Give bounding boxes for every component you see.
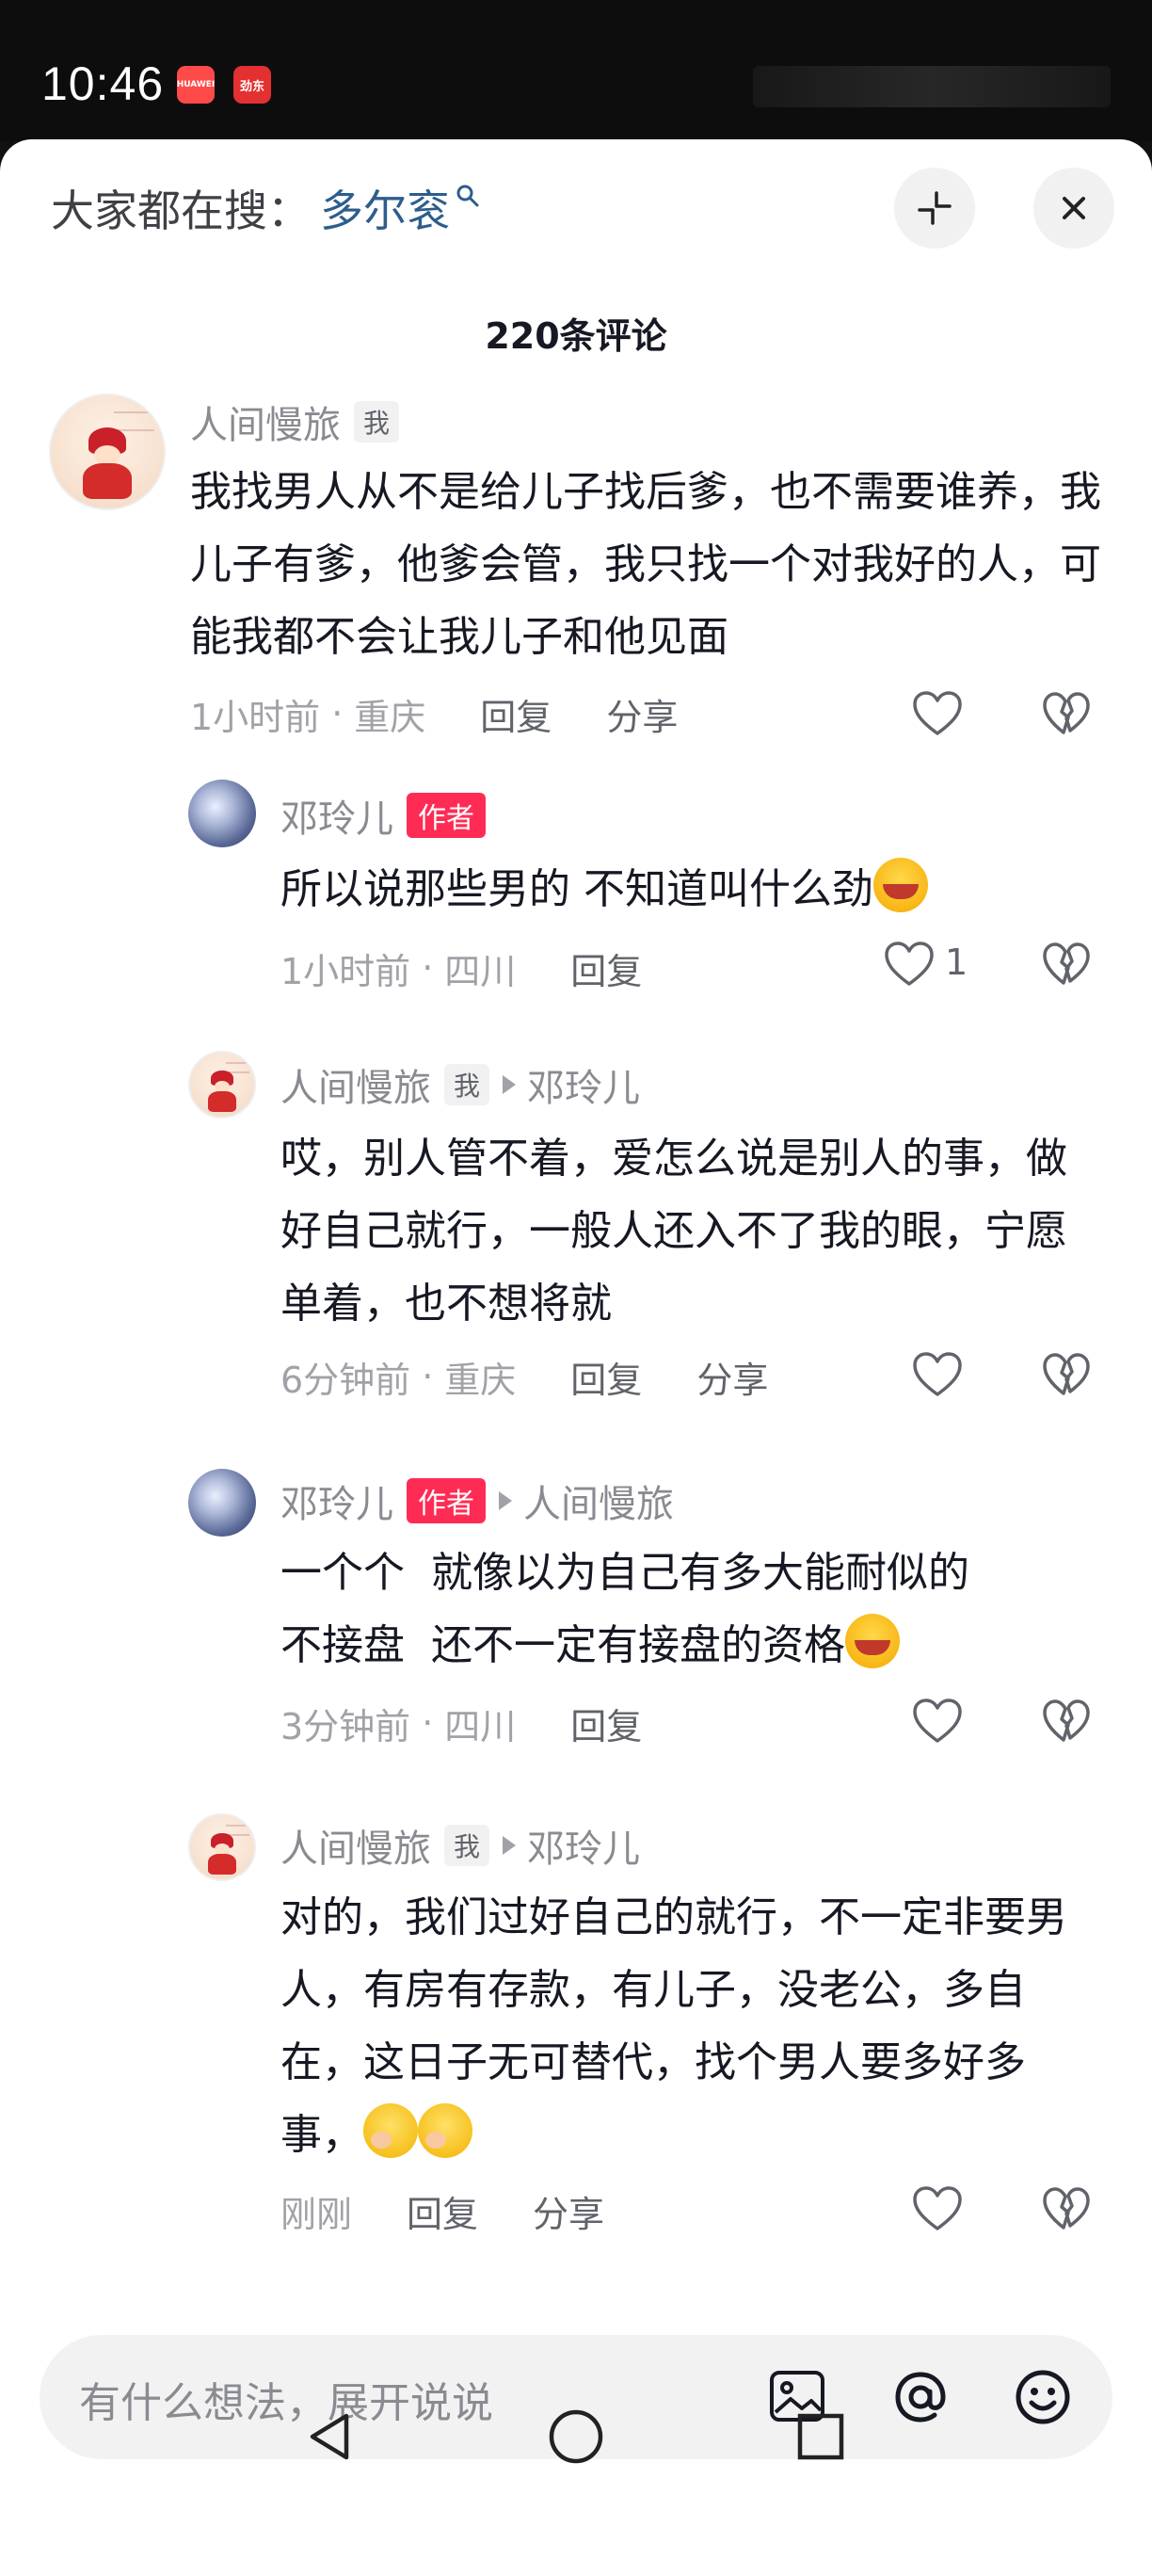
back-triangle-icon[interactable] [303, 2408, 360, 2465]
share-button[interactable]: 分享 [696, 1351, 768, 1403]
meta-separator: · [422, 947, 434, 989]
comment-count: 220条评论 [485, 315, 667, 357]
meta-separator: · [331, 693, 344, 734]
smirk-emoji-icon [363, 2103, 418, 2158]
avatar[interactable] [188, 780, 256, 847]
search-term[interactable]: 多尔衮 [320, 177, 450, 239]
comment-sheet: 大家都在搜： 多尔衮 220条评论 人间慢旅 我 我找男人从不是给儿子找后爹，也… [0, 139, 1152, 2576]
huawei-app-icon: HUAWEI [177, 66, 215, 104]
reply-button[interactable]: 回复 [407, 2185, 478, 2237]
status-time: 10:46 [41, 57, 165, 110]
search-suggestion[interactable]: 大家都在搜： 多尔衮 [51, 175, 480, 241]
comment-time: 6分钟前 [280, 1359, 411, 1401]
comment-text: 对的，我们过好自己的就行，不一定非要男人，有房有存款，有儿子，没老公，多自在，这… [280, 1881, 1099, 2171]
smirk-emoji-icon [418, 2103, 472, 2158]
close-button[interactable] [1033, 168, 1114, 249]
reply-to-user[interactable]: 邓玲儿 [527, 1818, 640, 1873]
search-icon [456, 185, 479, 207]
me-badge: 我 [354, 401, 400, 443]
comment-time: 刚刚 [280, 2193, 353, 2235]
comment-location: 四川 [444, 1705, 517, 1747]
comment-line-text: 不接盘 还不一定有接盘的资格 [280, 1621, 845, 1669]
meta-separator: · [422, 1702, 434, 1744]
reply-arrow-icon [503, 1836, 517, 1855]
avatar[interactable] [188, 1813, 256, 1881]
comment-location: 四川 [444, 950, 517, 992]
comment-author[interactable]: 邓玲儿 [280, 1473, 393, 1528]
broken-heart-icon[interactable] [1041, 2184, 1092, 2233]
comment-location: 重庆 [444, 1359, 517, 1401]
avatar[interactable] [49, 394, 166, 510]
reply-button[interactable]: 回复 [570, 1351, 642, 1403]
reply-button[interactable]: 回复 [570, 942, 642, 994]
comment-text: 我找男人从不是给儿子找后爹，也不需要谁养，我儿子有爹，他爹会管，我只找一个对我好… [190, 468, 1101, 661]
close-icon [1063, 197, 1085, 219]
author-badge: 作者 [407, 793, 486, 838]
reply-arrow-icon [503, 1075, 517, 1094]
reply-arrow-icon [499, 1491, 512, 1510]
laughing-tears-emoji-icon [844, 1614, 900, 1668]
comment-time: 1小时前 [280, 950, 411, 992]
comment-text: 哎，别人管不着，爱怎么说是别人的事，做好自己就行，一般人还入不了我的眼，宁愿单着… [280, 1135, 1067, 1328]
comment-text-content: 所以说那些男的 不知道叫什么劲 [280, 865, 873, 913]
comment-text: 一个个 就像以为自己有多大能耐似的 不接盘 还不一定有接盘的资格 [280, 1537, 1128, 1682]
comment-line: 一个个 就像以为自己有多大能耐似的 [280, 1549, 969, 1597]
recents-square-icon[interactable] [792, 2408, 849, 2465]
share-button[interactable]: 分享 [533, 2185, 604, 2237]
reply-to-user[interactable]: 人间慢旅 [523, 1473, 674, 1528]
heart-icon[interactable] [911, 1350, 964, 1399]
comment-location: 重庆 [354, 696, 426, 738]
comment-author[interactable]: 人间慢旅 [280, 1057, 431, 1112]
comment-input-placeholder[interactable]: 有什么想法，展开说说 [79, 2369, 493, 2429]
comment-time: 1小时前 [190, 696, 321, 738]
avatar[interactable] [188, 1051, 256, 1119]
collapse-button[interactable] [894, 168, 975, 249]
heart-icon[interactable] [911, 689, 964, 738]
home-circle-icon[interactable] [546, 2407, 606, 2467]
me-badge: 我 [444, 1825, 490, 1866]
heart-icon[interactable] [911, 1697, 964, 1746]
comment-text: 所以说那些男的 不知道叫什么劲 [280, 853, 1128, 926]
comment-time: 3分钟前 [280, 1705, 411, 1747]
emoji-icon[interactable] [1009, 2363, 1077, 2431]
at-icon[interactable] [887, 2363, 954, 2431]
heart-icon[interactable] [883, 940, 936, 989]
jingdong-app-icon: 劲东 [233, 66, 271, 104]
meta-separator: · [422, 1356, 434, 1397]
reply-to-user[interactable]: 邓玲儿 [527, 1057, 640, 1112]
laughing-tears-emoji-icon [873, 858, 928, 912]
status-indicators [753, 66, 1111, 107]
author-badge: 作者 [407, 1478, 486, 1523]
share-button[interactable]: 分享 [606, 688, 678, 740]
broken-heart-icon[interactable] [1041, 1350, 1092, 1399]
comment-line: 不接盘 还不一定有接盘的资格 [280, 1609, 1128, 1682]
broken-heart-icon[interactable] [1041, 689, 1092, 738]
comment-author[interactable]: 邓玲儿 [280, 788, 393, 843]
status-bar: 10:46 HUAWEI 劲东 [0, 0, 1152, 141]
reply-button[interactable]: 回复 [480, 688, 552, 740]
like-count: 1 [945, 942, 968, 983]
comment-author[interactable]: 人间慢旅 [280, 1818, 431, 1873]
collapse-icon [918, 191, 952, 225]
broken-heart-icon[interactable] [1041, 940, 1092, 989]
avatar[interactable] [188, 1469, 256, 1537]
me-badge: 我 [444, 1064, 490, 1105]
search-prefix: 大家都在搜： [51, 185, 311, 236]
heart-icon[interactable] [911, 2184, 964, 2233]
comment-author[interactable]: 人间慢旅 [190, 394, 341, 449]
broken-heart-icon[interactable] [1041, 1697, 1092, 1746]
reply-button[interactable]: 回复 [570, 1698, 642, 1749]
